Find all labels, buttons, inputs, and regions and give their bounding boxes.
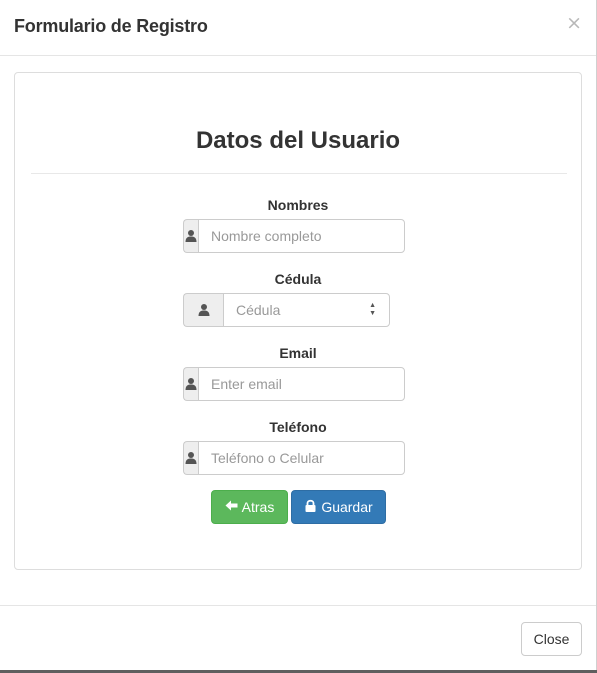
- user-icon: [183, 367, 198, 401]
- registration-modal: Formulario de Registro × Datos del Usuar…: [0, 0, 597, 670]
- nombres-label: Nombres: [267, 197, 329, 213]
- lock-icon: [304, 499, 317, 515]
- user-icon: [183, 293, 223, 327]
- number-spinner[interactable]: ▲ ▼: [369, 302, 376, 318]
- modal-footer: Close: [0, 605, 596, 670]
- spinner-down-icon[interactable]: ▼: [369, 310, 376, 318]
- email-label: Email: [279, 345, 317, 361]
- nombres-input-group: [183, 219, 405, 253]
- email-input[interactable]: [198, 367, 405, 401]
- telefono-label: Teléfono: [269, 419, 327, 435]
- spinner-up-icon[interactable]: ▲: [369, 302, 376, 310]
- form-heading: Datos del Usuario: [195, 127, 401, 154]
- user-icon: [183, 219, 198, 253]
- close-icon[interactable]: ×: [566, 12, 582, 34]
- back-button-label: Atras: [241, 499, 275, 515]
- nombres-input[interactable]: [198, 219, 405, 253]
- back-button[interactable]: Atras: [211, 490, 288, 524]
- arrow-left-icon: [225, 499, 238, 515]
- modal-header: Formulario de Registro ×: [0, 0, 596, 56]
- email-input-group: [183, 367, 405, 401]
- heading-divider: [31, 173, 567, 174]
- telefono-input-group: [183, 441, 405, 475]
- cedula-input[interactable]: [223, 293, 390, 327]
- cedula-number-wrap: ▲ ▼: [223, 293, 390, 327]
- user-icon: [183, 441, 198, 475]
- cedula-input-group: ▲ ▼: [183, 293, 390, 327]
- form-panel: Datos del Usuario Nombres Cédula ▲ ▼: [14, 72, 582, 570]
- save-button-label: Guardar: [321, 499, 373, 515]
- close-button[interactable]: Close: [521, 622, 582, 656]
- cedula-label: Cédula: [274, 271, 322, 287]
- modal-title: Formulario de Registro: [14, 16, 208, 36]
- save-button[interactable]: Guardar: [291, 490, 386, 524]
- telefono-input[interactable]: [198, 441, 405, 475]
